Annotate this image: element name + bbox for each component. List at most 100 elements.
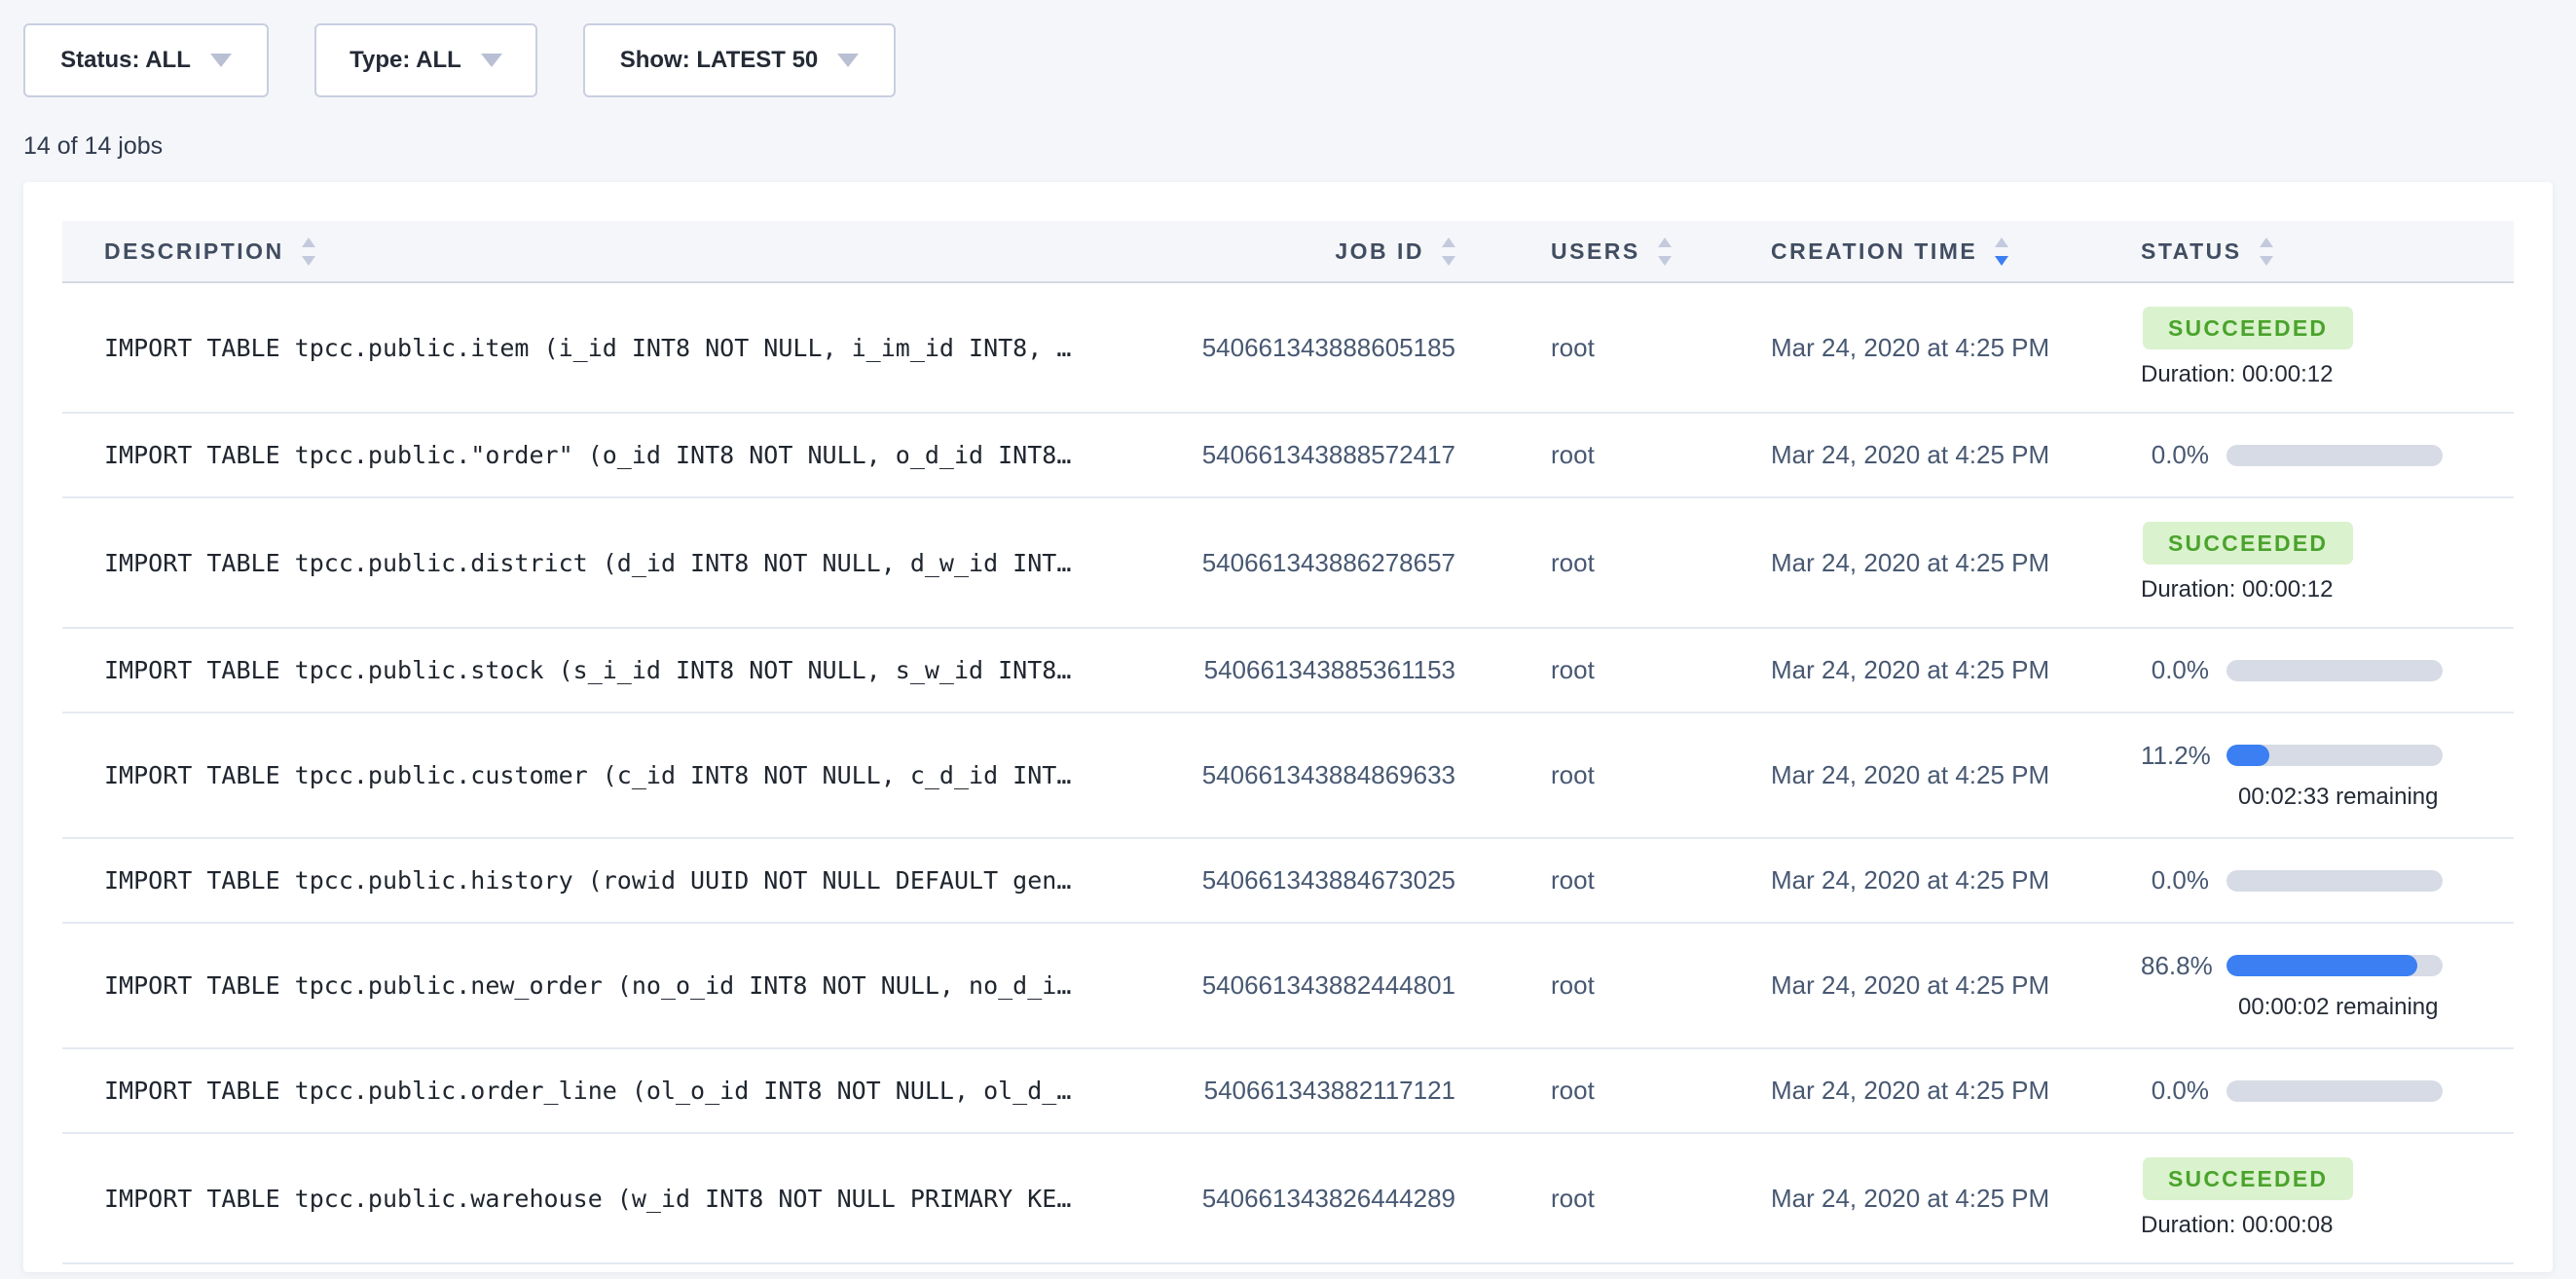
sort-asc-icon <box>302 238 315 247</box>
job-creation-time: Mar 24, 2020 at 4:25 PM <box>1771 1076 2141 1106</box>
job-description-link[interactable]: IMPORT TABLE tpcc.public.customer (c_id … <box>62 761 1134 789</box>
job-id: 540661343882117121 <box>1134 1076 1455 1106</box>
job-id: 540661343885361153 <box>1134 655 1455 685</box>
column-header-creation_time[interactable]: CREATION TIME <box>1771 238 2141 266</box>
progress-bar-track <box>2226 870 2443 892</box>
sort-asc-icon <box>1442 238 1455 247</box>
time-remaining: 00:02:33 remaining <box>2238 784 2514 811</box>
job-description-link[interactable]: IMPORT TABLE tpcc.public.district (d_id … <box>62 549 1134 577</box>
job-user: root <box>1455 440 1771 470</box>
progress-percent: 0.0% <box>2141 1076 2209 1106</box>
job-duration: Duration: 00:00:08 <box>2141 1212 2514 1239</box>
sort-asc-icon <box>2260 238 2273 247</box>
jobs-count-summary: 14 of 14 jobs <box>23 132 2576 161</box>
job-id: 540661343888605185 <box>1134 333 1455 363</box>
column-header-label: DESCRIPTION <box>104 238 284 265</box>
time-remaining: 00:00:02 remaining <box>2238 994 2514 1021</box>
column-header-job_id[interactable]: JOB ID <box>1134 238 1455 266</box>
type-filter-label: Type: ALL <box>350 47 461 74</box>
job-status-cell: 0.0% <box>2141 865 2514 895</box>
job-creation-time: Mar 24, 2020 at 4:25 PM <box>1771 655 2141 685</box>
job-creation-time: Mar 24, 2020 at 4:25 PM <box>1771 760 2141 790</box>
status-filter-dropdown[interactable]: Status: ALL <box>23 23 269 97</box>
sort-arrows-icon <box>1995 238 2008 266</box>
progress-bar-fill <box>2226 955 2417 976</box>
progress-bar-track <box>2226 1080 2443 1102</box>
job-description-link[interactable]: IMPORT TABLE tpcc.public.new_order (no_o… <box>62 971 1134 1000</box>
table-row: IMPORT TABLE tpcc.public.warehouse (w_id… <box>62 1134 2514 1264</box>
sort-desc-icon <box>302 256 315 266</box>
sort-asc-icon <box>1658 238 1672 247</box>
column-header-label: JOB ID <box>1335 238 1424 265</box>
progress-line: 0.0% <box>2141 655 2514 685</box>
job-description-link[interactable]: IMPORT TABLE tpcc.public.history (rowid … <box>62 866 1134 895</box>
sort-asc-icon <box>1995 238 2008 247</box>
job-user: root <box>1455 655 1771 685</box>
job-status-cell: 86.8% 00:00:02 remaining <box>2141 951 2514 1021</box>
chevron-down-icon <box>210 54 232 67</box>
table-row: IMPORT TABLE tpcc.public.stock (s_i_id I… <box>62 629 2514 713</box>
table-row: IMPORT TABLE tpcc.public.order_line (ol_… <box>62 1049 2514 1134</box>
job-creation-time: Mar 24, 2020 at 4:25 PM <box>1771 333 2141 363</box>
progress-bar-track <box>2226 660 2443 681</box>
type-filter-dropdown[interactable]: Type: ALL <box>314 23 537 97</box>
column-header-description[interactable]: DESCRIPTION <box>62 238 1134 266</box>
table-row: IMPORT TABLE tpcc.public.history (rowid … <box>62 839 2514 924</box>
job-status-cell: 0.0% <box>2141 655 2514 685</box>
progress-line: 0.0% <box>2141 1076 2514 1106</box>
sort-arrows-icon <box>2260 238 2273 266</box>
job-status-cell: SUCCEEDEDDuration: 00:00:12 <box>2141 307 2514 388</box>
column-header-users[interactable]: USERS <box>1455 238 1771 266</box>
job-status-cell: 11.2% 00:02:33 remaining <box>2141 741 2514 811</box>
job-description-link[interactable]: IMPORT TABLE tpcc.public.stock (s_i_id I… <box>62 656 1134 684</box>
progress-line: 11.2% <box>2141 741 2514 771</box>
job-id: 540661343884673025 <box>1134 865 1455 895</box>
table-row: IMPORT TABLE tpcc.public."order" (o_id I… <box>62 414 2514 498</box>
status-filter-label: Status: ALL <box>60 47 191 74</box>
jobs-page: Status: ALL Type: ALL Show: LATEST 50 14… <box>0 0 2576 1272</box>
table-row: IMPORT TABLE tpcc.public.item (i_id INT8… <box>62 283 2514 414</box>
progress-percent: 0.0% <box>2141 440 2209 470</box>
job-description-link[interactable]: IMPORT TABLE tpcc.public."order" (o_id I… <box>62 441 1134 469</box>
job-id: 540661343826444289 <box>1134 1184 1455 1214</box>
job-creation-time: Mar 24, 2020 at 4:25 PM <box>1771 970 2141 1001</box>
job-status-cell: SUCCEEDEDDuration: 00:00:08 <box>2141 1157 2514 1239</box>
filter-bar: Status: ALL Type: ALL Show: LATEST 50 <box>0 0 2576 97</box>
table-row: IMPORT TABLE tpcc.public.district (d_id … <box>62 498 2514 629</box>
progress-line: 0.0% <box>2141 865 2514 895</box>
sort-desc-icon <box>1995 256 2008 266</box>
job-description-link[interactable]: IMPORT TABLE tpcc.public.warehouse (w_id… <box>62 1185 1134 1213</box>
status-badge-succeeded: SUCCEEDED <box>2143 522 2353 565</box>
progress-bar-track <box>2226 745 2443 766</box>
table-row: IMPORT TABLE tpcc.public.new_order (no_o… <box>62 924 2514 1049</box>
job-duration: Duration: 00:00:12 <box>2141 576 2514 603</box>
column-header-status[interactable]: STATUS <box>2141 238 2514 266</box>
job-creation-time: Mar 24, 2020 at 4:25 PM <box>1771 440 2141 470</box>
progress-bar-fill <box>2226 745 2269 766</box>
progress-percent: 0.0% <box>2141 655 2209 685</box>
job-status-cell: 0.0% <box>2141 1076 2514 1106</box>
column-header-label: USERS <box>1551 238 1640 265</box>
progress-bar-track <box>2226 445 2443 466</box>
sort-desc-icon <box>1442 256 1455 266</box>
sort-arrows-icon <box>302 238 315 266</box>
jobs-table-card: DESCRIPTION JOB ID USERS CREATION TIMESTATU… <box>23 182 2553 1272</box>
job-creation-time: Mar 24, 2020 at 4:25 PM <box>1771 1184 2141 1214</box>
show-filter-dropdown[interactable]: Show: LATEST 50 <box>583 23 896 97</box>
job-user: root <box>1455 970 1771 1001</box>
table-body: IMPORT TABLE tpcc.public.item (i_id INT8… <box>62 283 2514 1264</box>
progress-bar-track <box>2226 955 2443 976</box>
job-status-cell: SUCCEEDED Duration: 00:00:12 <box>2141 522 2514 603</box>
progress-percent: 11.2% <box>2141 741 2209 771</box>
job-user: root <box>1455 333 1771 363</box>
job-description-link[interactable]: IMPORT TABLE tpcc.public.order_line (ol_… <box>62 1077 1134 1105</box>
job-id: 540661343882444801 <box>1134 970 1455 1001</box>
job-duration: Duration: 00:00:12 <box>2141 361 2514 388</box>
progress-percent: 86.8% <box>2141 951 2209 981</box>
table-row: IMPORT TABLE tpcc.public.customer (c_id … <box>62 713 2514 839</box>
sort-desc-icon <box>2260 256 2273 266</box>
job-user: root <box>1455 760 1771 790</box>
sort-arrows-icon <box>1442 238 1455 266</box>
job-description-link[interactable]: IMPORT TABLE tpcc.public.item (i_id INT8… <box>62 334 1134 362</box>
job-creation-time: Mar 24, 2020 at 4:25 PM <box>1771 865 2141 895</box>
